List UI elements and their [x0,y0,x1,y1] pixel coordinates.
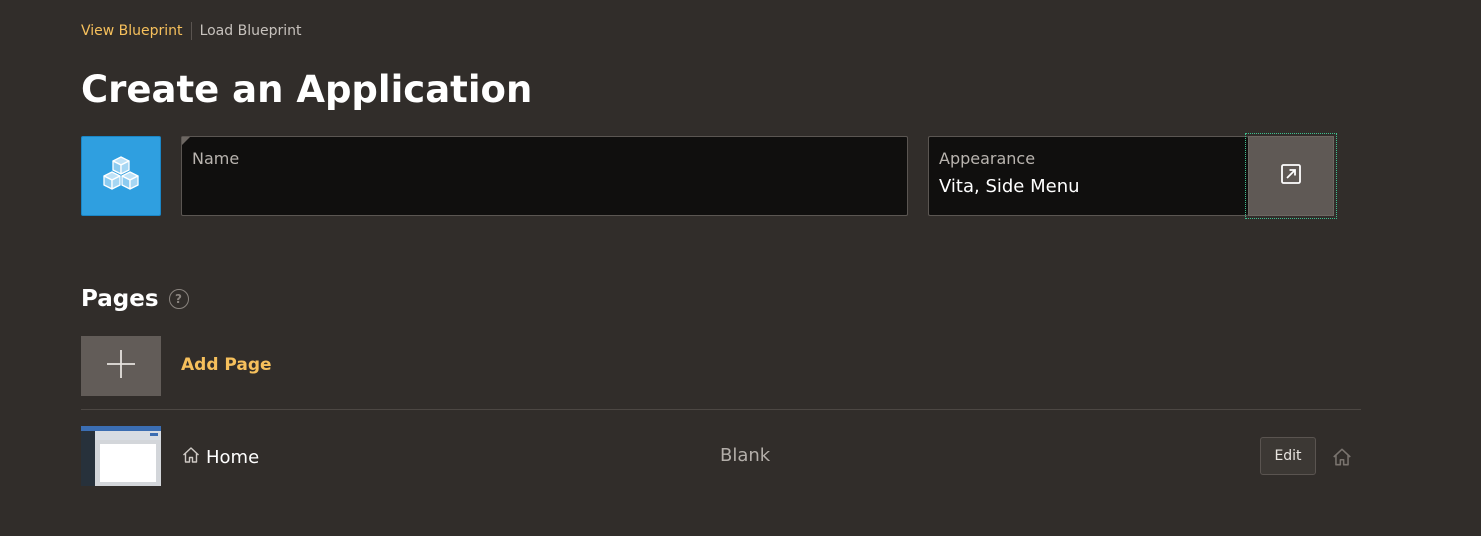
view-blueprint-link[interactable]: View Blueprint [81,23,183,39]
appearance-field: Appearance Vita, Side Menu [928,136,1248,216]
edit-page-button[interactable]: Edit [1260,437,1316,475]
page-thumbnail[interactable] [81,426,161,486]
home-icon [181,445,201,469]
pages-section-header: Pages ? [81,286,189,312]
section-divider [81,409,1361,410]
thumbnail-side-menu [81,431,95,486]
appearance-label: Appearance [939,149,1036,168]
page-title: Create an Application [81,68,533,111]
required-marker [182,137,190,145]
open-dialog-icon [1279,162,1303,190]
breadcrumb: View Blueprint Load Blueprint [81,22,301,40]
page-name-text: Home [206,446,260,468]
load-blueprint-link[interactable]: Load Blueprint [200,23,302,39]
help-icon[interactable]: ? [168,289,189,309]
page-type: Blank [720,445,771,466]
set-home-icon[interactable] [1331,446,1353,472]
appearance-settings-button[interactable] [1245,133,1337,219]
thumbnail-region [100,444,156,482]
thumbnail-toolbar-button [150,433,158,436]
app-icon-button[interactable] [81,136,161,216]
page-name: Home [181,445,259,469]
breadcrumb-separator [190,22,192,40]
plus-icon [105,348,137,384]
pages-title: Pages [81,286,159,312]
name-field: Name [181,136,908,216]
name-input[interactable] [192,175,892,201]
add-page-link[interactable]: Add Page [181,355,272,375]
cubes-icon [100,153,142,199]
appearance-value: Vita, Side Menu [939,176,1080,197]
name-label: Name [192,149,240,168]
add-page-button[interactable] [81,336,161,396]
